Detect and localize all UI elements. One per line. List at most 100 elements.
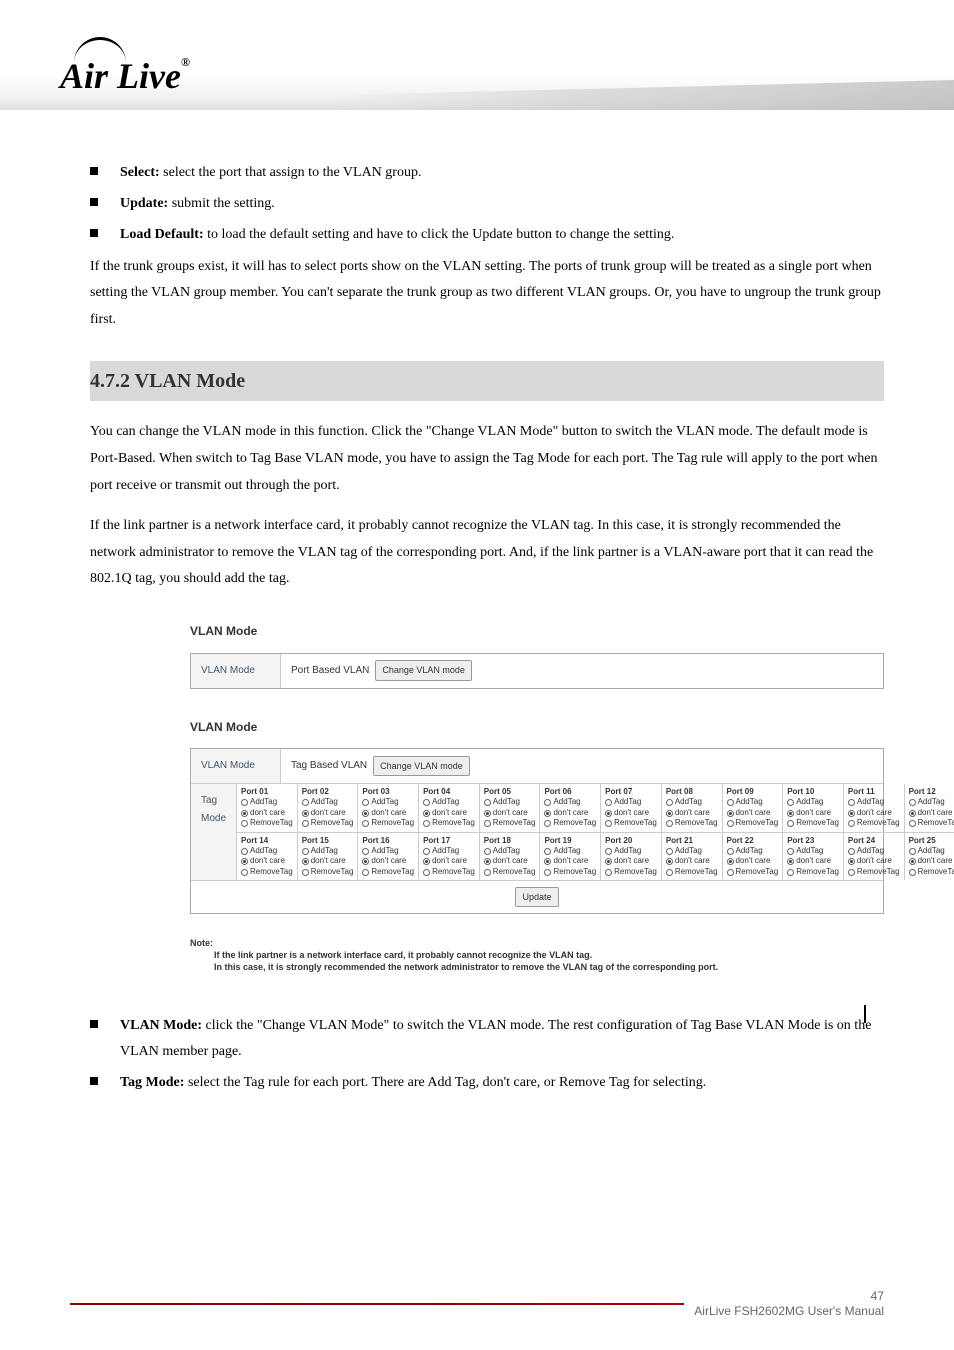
port-cell: Port 22AddTagdon't careRemoveTag [722, 833, 783, 881]
tag-mode-radio[interactable]: RemoveTag [241, 867, 293, 877]
tag-mode-radio[interactable]: AddTag [909, 846, 954, 856]
port-cell: Port 17AddTagdon't careRemoveTag [418, 833, 479, 881]
tag-mode-radio[interactable]: don't care [848, 808, 900, 818]
tag-mode-radio[interactable]: AddTag [362, 846, 414, 856]
tag-mode-radio[interactable]: RemoveTag [787, 818, 839, 828]
port-cell: Port 08AddTagdon't careRemoveTag [661, 784, 722, 832]
port-cell: Port 07AddTagdon't careRemoveTag [600, 784, 661, 832]
tag-mode-radio[interactable]: don't care [423, 808, 475, 818]
tag-mode-radio[interactable]: AddTag [362, 797, 414, 807]
tag-mode-radio[interactable]: AddTag [787, 846, 839, 856]
tag-mode-radio[interactable]: AddTag [605, 846, 657, 856]
tag-mode-radio[interactable]: don't care [302, 856, 354, 866]
tag-mode-radio[interactable]: don't care [302, 808, 354, 818]
body-paragraph: If the trunk groups exist, it will has t… [90, 254, 884, 334]
tag-mode-radio[interactable]: RemoveTag [848, 867, 900, 877]
tag-mode-radio[interactable]: AddTag [666, 846, 718, 856]
tag-mode-radio[interactable]: RemoveTag [666, 818, 718, 828]
tag-mode-radio[interactable]: AddTag [848, 797, 900, 807]
tag-mode-radio[interactable]: RemoveTag [362, 818, 414, 828]
port-cell: Port 02AddTagdon't careRemoveTag [297, 784, 358, 832]
tag-mode-radio[interactable]: AddTag [423, 797, 475, 807]
port-name: Port 24 [848, 836, 900, 846]
screenshot-title: VLAN Mode [190, 621, 884, 643]
port-name: Port 23 [787, 836, 839, 846]
tag-mode-radio[interactable]: don't care [727, 856, 779, 866]
tag-mode-radio[interactable]: AddTag [302, 846, 354, 856]
vlan-mode-screenshot-portbased: VLAN Mode VLAN Mode Port Based VLAN Chan… [190, 621, 884, 689]
tag-mode-radio[interactable]: AddTag [544, 846, 596, 856]
port-cell: Port 12AddTagdon't careRemoveTag [904, 784, 954, 832]
tag-mode-radio[interactable]: RemoveTag [302, 818, 354, 828]
tag-mode-radio[interactable]: AddTag [787, 797, 839, 807]
tag-mode-radio[interactable]: don't care [666, 856, 718, 866]
tag-mode-radio[interactable]: RemoveTag [423, 867, 475, 877]
tag-mode-radio[interactable]: RemoveTag [423, 818, 475, 828]
tag-mode-radio[interactable]: don't care [362, 856, 414, 866]
tag-mode-radio[interactable]: don't care [484, 856, 536, 866]
tag-mode-radio[interactable]: RemoveTag [241, 818, 293, 828]
bullet-text: submit the setting. [172, 196, 275, 211]
tag-mode-radio[interactable]: don't care [605, 856, 657, 866]
tag-mode-radio[interactable]: AddTag [727, 846, 779, 856]
tag-mode-radio[interactable]: don't care [605, 808, 657, 818]
tag-mode-radio[interactable]: AddTag [909, 797, 954, 807]
tag-mode-radio[interactable]: AddTag [241, 846, 293, 856]
tag-mode-radio[interactable]: don't care [241, 808, 293, 818]
tag-mode-radio[interactable]: RemoveTag [909, 867, 954, 877]
tag-mode-radio[interactable]: don't care [787, 808, 839, 818]
change-vlan-mode-button[interactable]: Change VLAN mode [373, 756, 470, 776]
bullet-term: Tag Mode: [120, 1075, 184, 1090]
tag-mode-radio[interactable]: RemoveTag [544, 818, 596, 828]
tag-mode-radio[interactable]: don't care [484, 808, 536, 818]
tag-mode-radio[interactable]: don't care [241, 856, 293, 866]
tag-mode-radio[interactable]: AddTag [484, 797, 536, 807]
tag-mode-radio[interactable]: RemoveTag [605, 818, 657, 828]
tag-mode-radio[interactable]: RemoveTag [787, 867, 839, 877]
port-name: Port 02 [302, 787, 354, 797]
tag-mode-radio[interactable]: RemoveTag [727, 818, 779, 828]
tag-mode-radio[interactable]: AddTag [727, 797, 779, 807]
tag-mode-radio[interactable]: RemoveTag [362, 867, 414, 877]
bullet-term: Load Default: [120, 227, 204, 242]
tag-mode-radio[interactable]: don't care [544, 856, 596, 866]
tag-mode-radio[interactable]: don't care [787, 856, 839, 866]
tag-mode-radio[interactable]: RemoveTag [302, 867, 354, 877]
tag-mode-radio[interactable]: RemoveTag [484, 867, 536, 877]
tag-mode-radio[interactable]: RemoveTag [605, 867, 657, 877]
tag-mode-radio[interactable]: AddTag [544, 797, 596, 807]
tag-mode-radio[interactable]: don't care [909, 808, 954, 818]
tag-mode-radio[interactable]: don't care [423, 856, 475, 866]
port-cell: Port 24AddTagdon't careRemoveTag [843, 833, 904, 881]
tag-mode-radio[interactable]: AddTag [241, 797, 293, 807]
tag-mode-radio[interactable]: RemoveTag [544, 867, 596, 877]
bullet-item: VLAN Mode: click the "Change VLAN Mode" … [90, 1013, 884, 1063]
port-cell: Port 09AddTagdon't careRemoveTag [722, 784, 783, 832]
change-vlan-mode-button[interactable]: Change VLAN mode [375, 660, 472, 680]
tag-mode-radio[interactable]: AddTag [666, 797, 718, 807]
tag-mode-radio[interactable]: RemoveTag [909, 818, 954, 828]
tag-mode-radio[interactable]: RemoveTag [727, 867, 779, 877]
tag-mode-radio[interactable]: don't care [362, 808, 414, 818]
tag-mode-radio[interactable]: RemoveTag [848, 818, 900, 828]
tag-mode-radio[interactable]: don't care [666, 808, 718, 818]
tag-mode-radio[interactable]: don't care [544, 808, 596, 818]
bullet-term: Select: [120, 165, 160, 180]
bullet-term: Update: [120, 196, 168, 211]
tag-mode-radio[interactable]: don't care [727, 808, 779, 818]
tag-mode-radio[interactable]: AddTag [605, 797, 657, 807]
body-paragraph: You can change the VLAN mode in this fun… [90, 419, 884, 499]
tag-mode-radio[interactable]: don't care [909, 856, 954, 866]
port-cell: Port 16AddTagdon't careRemoveTag [357, 833, 418, 881]
tag-mode-radio[interactable]: AddTag [423, 846, 475, 856]
port-cell: Port 10AddTagdon't careRemoveTag [782, 784, 843, 832]
update-button[interactable]: Update [515, 887, 558, 907]
tag-mode-radio[interactable]: AddTag [484, 846, 536, 856]
port-cell: Port 11AddTagdon't careRemoveTag [843, 784, 904, 832]
port-cell: Port 19AddTagdon't careRemoveTag [539, 833, 600, 881]
tag-mode-radio[interactable]: AddTag [302, 797, 354, 807]
tag-mode-radio[interactable]: RemoveTag [484, 818, 536, 828]
tag-mode-radio[interactable]: RemoveTag [666, 867, 718, 877]
tag-mode-radio[interactable]: don't care [848, 856, 900, 866]
tag-mode-radio[interactable]: AddTag [848, 846, 900, 856]
